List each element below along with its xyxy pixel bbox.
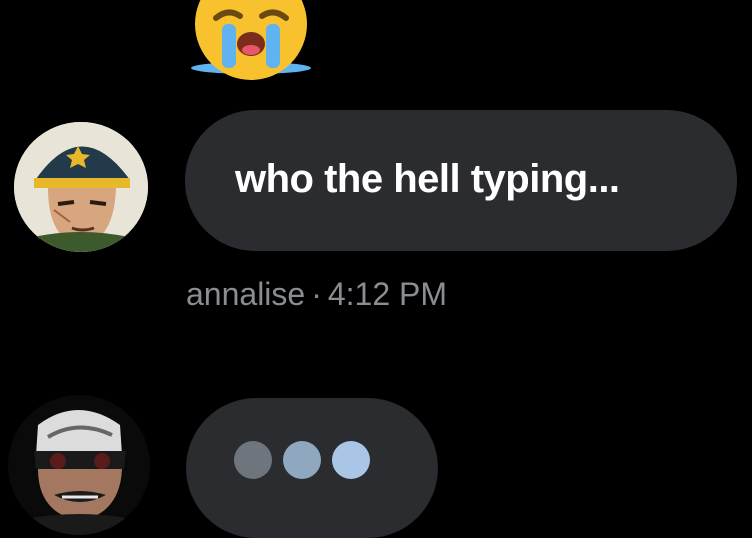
anime-villain-avatar[interactable] [8,395,150,535]
message-meta: annalise · 4:12 PM [186,276,447,313]
anime-officer-avatar[interactable] [14,122,148,252]
loudly-crying-face-icon [186,0,316,84]
message-bubble[interactable]: who the hell typing... [185,110,737,251]
typing-dot [234,441,272,479]
meta-separator: · [311,276,322,312]
message-time: 4:12 PM [327,276,448,312]
typing-dot [332,441,370,479]
message-text: who the hell typing... [235,157,620,201]
typing-dots [234,441,370,479]
typing-dot [283,441,321,479]
typing-indicator-bubble [186,398,438,538]
sender-name: annalise [186,276,306,312]
